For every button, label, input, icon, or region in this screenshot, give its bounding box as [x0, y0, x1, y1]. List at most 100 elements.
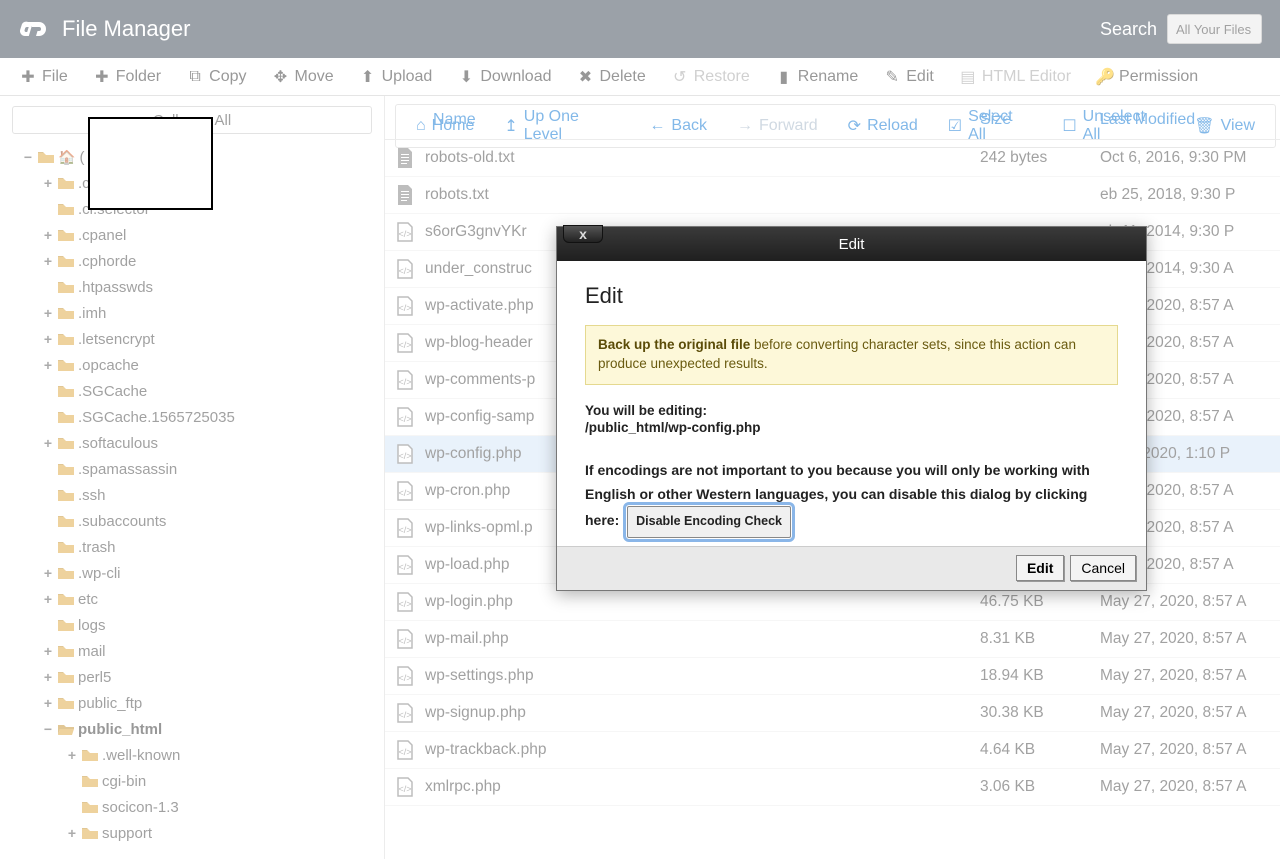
svg-text:</>: </>: [398, 303, 411, 313]
modal-titlebar: x Edit: [557, 227, 1146, 261]
expand-icon[interactable]: +: [42, 331, 54, 347]
html-editor-button[interactable]: ▤HTML Editor: [948, 64, 1083, 90]
tree-item[interactable]: +.softaculous: [22, 430, 384, 456]
permissions-button[interactable]: 🔑Permission: [1085, 64, 1210, 90]
upload-button[interactable]: ⬆Upload: [348, 64, 445, 90]
move-icon: ✥: [273, 69, 289, 85]
folder-icon: [58, 592, 74, 606]
file-name: wp-settings.php: [425, 667, 980, 685]
tree-item[interactable]: +public_ftp: [22, 690, 384, 716]
tree-item[interactable]: +.well-known: [22, 742, 384, 768]
table-row[interactable]: </>wp-mail.php8.31 KBMay 27, 2020, 8:57 …: [385, 621, 1280, 658]
folder-icon: [58, 436, 74, 450]
modal-edit-button[interactable]: Edit: [1016, 555, 1064, 581]
expand-icon[interactable]: +: [42, 357, 54, 373]
delete-button[interactable]: ✖Delete: [565, 64, 657, 90]
table-row[interactable]: </>wp-settings.php18.94 KBMay 27, 2020, …: [385, 658, 1280, 695]
tree-item-label: .htpasswds: [78, 279, 153, 296]
table-row[interactable]: </>xmlrpc.php3.06 KBMay 27, 2020, 8:57 A: [385, 769, 1280, 806]
tree-item[interactable]: logs: [22, 612, 384, 638]
tree-item-label: .SGCache.1565725035: [78, 409, 235, 426]
file-modified: May 27, 2020, 8:57 A: [1100, 593, 1280, 611]
cpanel-logo-icon: [18, 13, 50, 45]
expand-icon[interactable]: +: [66, 825, 78, 841]
search-scope-text: All Your Files: [1176, 22, 1251, 37]
expand-icon[interactable]: +: [42, 253, 54, 269]
tree-item[interactable]: + support: [22, 820, 384, 846]
expand-icon[interactable]: +: [42, 305, 54, 321]
plus-icon: ✚: [20, 69, 36, 85]
file-modified: Oct 6, 2016, 9:30 PM: [1100, 149, 1280, 167]
disable-encoding-check-button[interactable]: Disable Encoding Check: [627, 506, 791, 537]
search-scope-select[interactable]: All Your Files: [1167, 14, 1262, 44]
tree-item[interactable]: .subaccounts: [22, 508, 384, 534]
tree-item[interactable]: .spamassassin: [22, 456, 384, 482]
file-size: 18.94 KB: [980, 667, 1100, 685]
tree-item-label: .SGCache: [78, 383, 147, 400]
tree-item[interactable]: cgi-bin: [22, 768, 384, 794]
tree-item[interactable]: .trash: [22, 534, 384, 560]
column-name[interactable]: Name: [385, 111, 980, 129]
file-modified: May 27, 2020, 8:57 A: [1100, 667, 1280, 685]
tree-item[interactable]: +.cpanel: [22, 222, 384, 248]
expand-icon[interactable]: +: [42, 695, 54, 711]
tree-item-label: support: [102, 825, 152, 842]
move-button[interactable]: ✥Move: [261, 64, 346, 90]
restore-button[interactable]: ↺Restore: [660, 64, 762, 90]
tree-item[interactable]: +.letsencrypt: [22, 326, 384, 352]
copy-button[interactable]: ⧉Copy: [175, 64, 258, 90]
expand-icon[interactable]: +: [42, 565, 54, 581]
file-modified: eb 25, 2018, 9:30 P: [1100, 186, 1280, 204]
tree-item[interactable]: .SGCache.1565725035: [22, 404, 384, 430]
tree-item[interactable]: +.imh: [22, 300, 384, 326]
modal-close-button[interactable]: x: [563, 225, 603, 243]
new-file-button[interactable]: ✚File: [8, 64, 80, 90]
expand-icon[interactable]: +: [42, 227, 54, 243]
pencil-icon: ✎: [884, 69, 900, 85]
collapse-icon[interactable]: −: [22, 149, 34, 165]
svg-text:</>: </>: [398, 488, 411, 498]
upload-label: Upload: [382, 68, 433, 86]
file-code-icon: </>: [385, 259, 425, 279]
table-row[interactable]: robots-old.txt242 bytesOct 6, 2016, 9:30…: [385, 140, 1280, 177]
folder-icon: [58, 306, 74, 320]
tree-item[interactable]: +perl5: [22, 664, 384, 690]
redaction-block: [88, 117, 213, 210]
download-label: Download: [480, 68, 551, 86]
folder-open-icon: [38, 150, 54, 164]
home-icon: 🏠: [58, 149, 75, 166]
table-row[interactable]: </>wp-signup.php30.38 KBMay 27, 2020, 8:…: [385, 695, 1280, 732]
tree-item[interactable]: .ssh: [22, 482, 384, 508]
expand-icon[interactable]: +: [42, 591, 54, 607]
tree-item[interactable]: .htpasswds: [22, 274, 384, 300]
expand-icon[interactable]: +: [42, 175, 54, 191]
modal-cancel-button[interactable]: Cancel: [1070, 555, 1136, 581]
expand-icon[interactable]: +: [42, 643, 54, 659]
close-icon: x: [579, 226, 587, 242]
tree-item[interactable]: +.cphorde: [22, 248, 384, 274]
tree-item[interactable]: +mail: [22, 638, 384, 664]
download-button[interactable]: ⬇Download: [446, 64, 563, 90]
table-row[interactable]: </>wp-trackback.php4.64 KBMay 27, 2020, …: [385, 732, 1280, 769]
restore-label: Restore: [694, 68, 750, 86]
table-row[interactable]: robots.txteb 25, 2018, 9:30 P: [385, 177, 1280, 214]
file-name: wp-mail.php: [425, 630, 980, 648]
expand-icon[interactable]: −: [42, 721, 54, 737]
tree-item[interactable]: +etc: [22, 586, 384, 612]
expand-icon[interactable]: +: [42, 669, 54, 685]
tree-item[interactable]: +.opcache: [22, 352, 384, 378]
new-folder-button[interactable]: ✚Folder: [82, 64, 173, 90]
rename-button[interactable]: ▮Rename: [764, 64, 870, 90]
edit-button[interactable]: ✎Edit: [872, 64, 946, 90]
file-size: 242 bytes: [980, 149, 1100, 167]
file-name: wp-login.php: [425, 593, 980, 611]
column-modified[interactable]: Last Modified: [1100, 111, 1280, 129]
tree-item[interactable]: +.wp-cli: [22, 560, 384, 586]
column-size[interactable]: Size: [980, 111, 1100, 129]
expand-icon[interactable]: +: [66, 747, 78, 763]
tree-item[interactable]: .SGCache: [22, 378, 384, 404]
tree-item[interactable]: socicon-1.3: [22, 794, 384, 820]
expand-icon[interactable]: +: [42, 435, 54, 451]
delete-icon: ✖: [577, 69, 593, 85]
tree-item[interactable]: −public_html: [22, 716, 384, 742]
